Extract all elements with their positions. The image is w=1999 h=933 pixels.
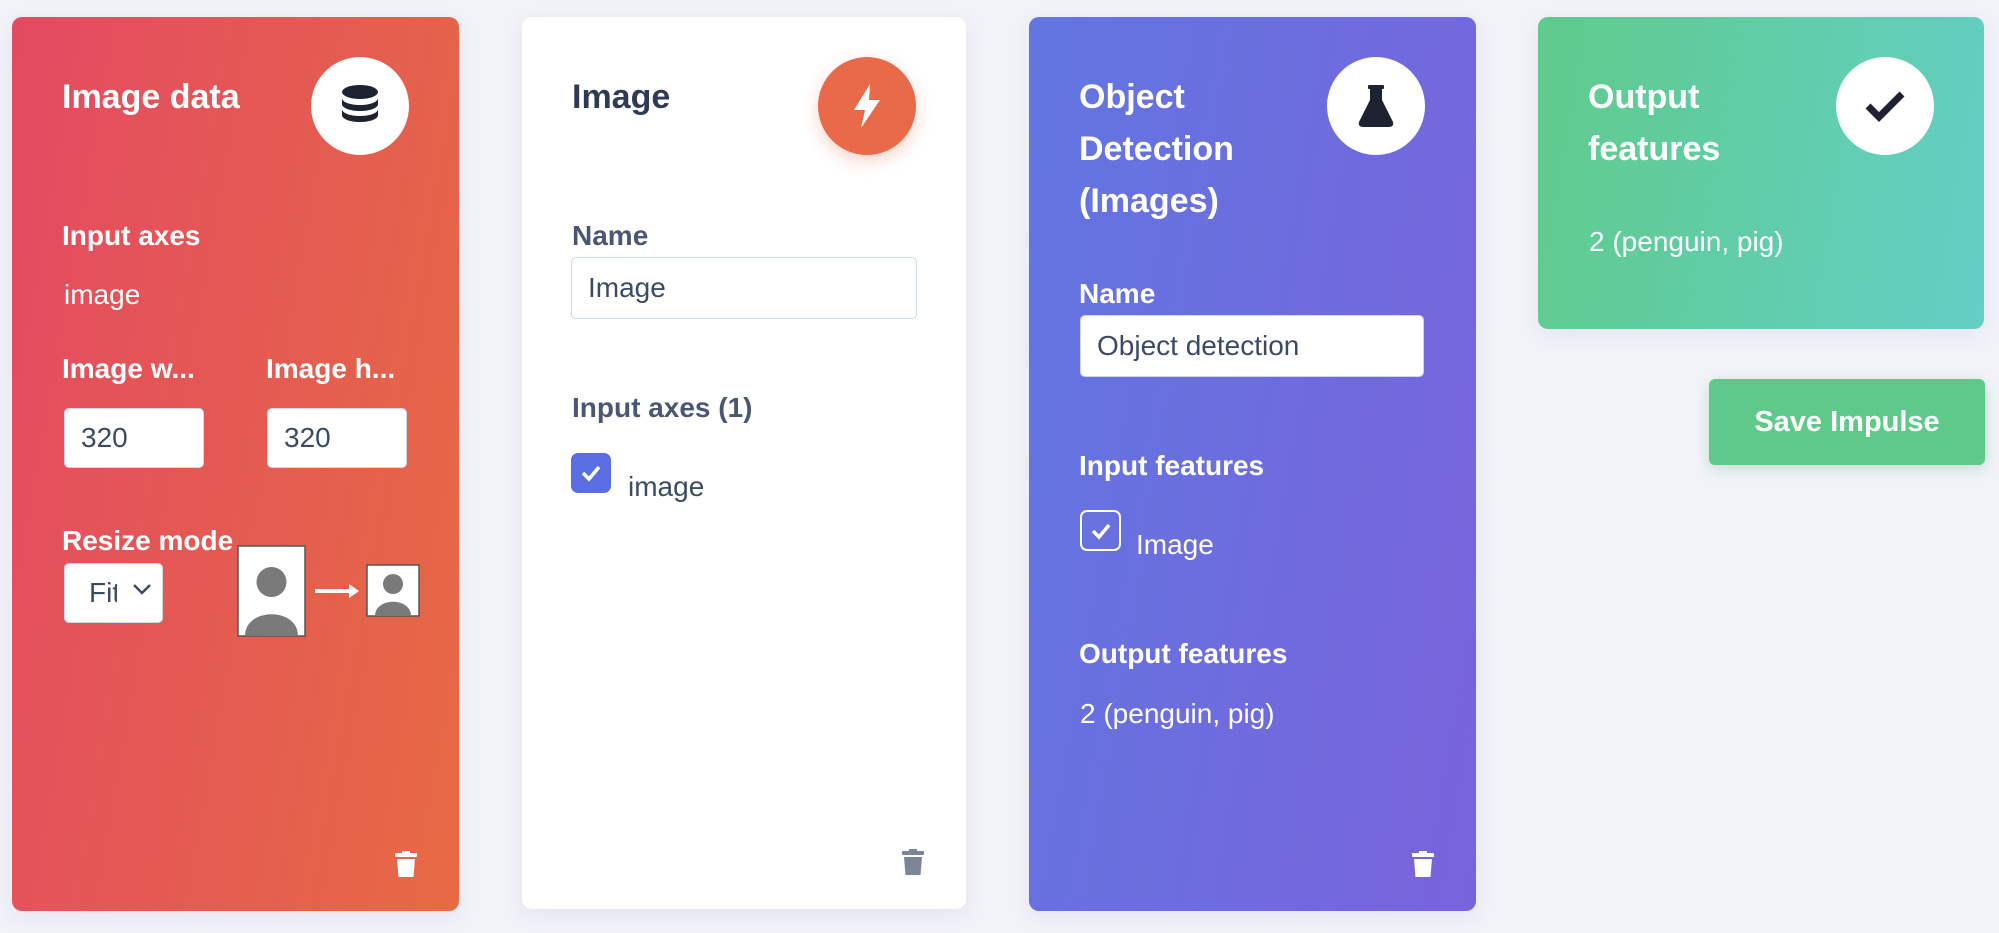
input-axes-value: image [64,279,141,310]
learning-title: Object Detection (Images) [1079,78,1234,220]
output-block: Output features 2 (penguin, pig) [1538,17,1984,329]
checkmark-icon [1836,57,1934,155]
input-axes-count-label: Input axes (1) [572,392,753,423]
check-icon [581,465,601,482]
name-label: Name [572,220,649,251]
axis-image-checkbox[interactable] [571,453,611,493]
output-features-value: 2 (penguin, pig) [1080,698,1275,729]
trash-icon[interactable] [902,849,924,875]
resize-mode-value: Fit shortest axis [89,577,117,608]
resize-mode-label: Resize mode [62,525,234,556]
image-width-input[interactable] [64,408,204,468]
trash-icon[interactable] [1412,851,1434,877]
flask-icon [1327,57,1425,155]
image-height-label: Image h... [266,353,396,384]
resize-mode-select[interactable]: Fit shortest axis [64,563,163,623]
resize-illustration [225,529,425,639]
name-label: Name [1079,278,1156,309]
input-axes-label: Input axes [62,220,201,251]
input-feature-image-label: Image [1136,529,1214,560]
axis-image-label: image [628,471,705,502]
processing-block: Image Name Input axes (1) image [522,17,966,909]
save-impulse-button[interactable]: Save Impulse [1709,379,1985,465]
output-features-value: 2 (penguin, pig) [1589,226,1784,257]
image-data-title: Image data [62,78,240,116]
chevron-down-icon [133,584,151,595]
output-features-label: Output features [1079,638,1288,669]
image-data-block: Image data Input axes image Image w... I… [12,17,459,911]
learning-block: Object Detection (Images) Name Input fea… [1029,17,1476,911]
output-title: Output features [1588,78,1721,168]
image-width-label: Image w... [62,353,195,384]
image-height-input[interactable] [267,408,407,468]
input-features-label: Input features [1079,450,1265,481]
lightning-icon [818,57,916,155]
processing-title: Image [572,78,671,116]
learning-name-input[interactable] [1080,315,1424,377]
check-icon [1091,523,1110,540]
database-icon [311,57,409,155]
trash-icon[interactable] [395,851,417,877]
person-resize-icon [237,545,420,637]
input-feature-image-checkbox[interactable] [1080,510,1121,551]
processing-name-input[interactable] [571,257,917,319]
